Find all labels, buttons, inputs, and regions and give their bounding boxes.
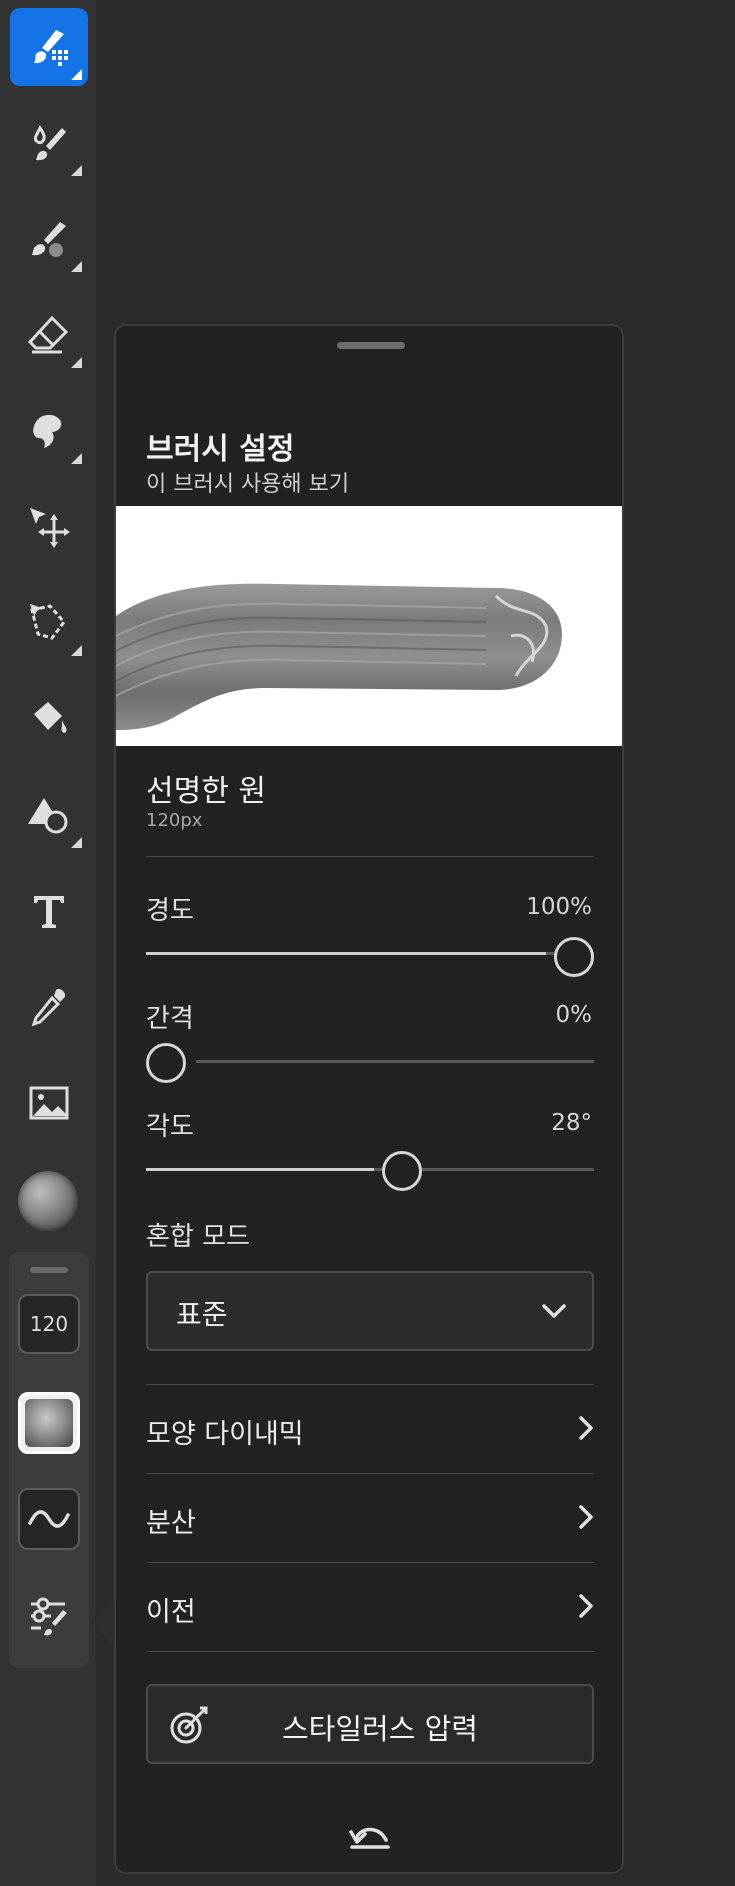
brush-settings-icon [31, 1597, 67, 1636]
scatter-label: 분산 [146, 1508, 196, 1539]
transfer-row[interactable]: 이전 [146, 1562, 594, 1650]
angle-slider-thumb[interactable] [382, 1151, 422, 1191]
blend-mode-select[interactable]: 표준 [146, 1271, 594, 1351]
spacing-label: 간격 [146, 1004, 194, 1034]
brush-preview-canvas[interactable] [116, 506, 622, 746]
undo-icon [349, 1827, 390, 1849]
type-tool-button[interactable] [10, 872, 88, 950]
chevron-right-icon [579, 1416, 593, 1440]
spacing-slider-track[interactable] [196, 1060, 594, 1063]
paint-brush-icon [34, 30, 68, 66]
hardness-slider-fill [146, 952, 546, 955]
move-tool-button[interactable] [10, 488, 88, 566]
hardness-label: 경도 [146, 896, 194, 926]
brush-settings-button[interactable] [23, 1590, 75, 1642]
chevron-right-icon [579, 1594, 593, 1618]
sub-toolbar-grip[interactable] [30, 1267, 68, 1273]
brush-sub-toolbar: 120 [9, 1252, 89, 1668]
paint-bucket-icon [34, 702, 67, 733]
panel-pointer [89, 1600, 113, 1644]
chevron-down-icon [542, 1304, 566, 1318]
divider [146, 856, 594, 857]
selection-brush-icon [30, 604, 66, 640]
angle-value: 28° [551, 1110, 592, 1136]
hardness-slider-thumb[interactable] [554, 937, 594, 977]
reset-button[interactable] [342, 1812, 398, 1856]
fill-tool-button[interactable] [10, 680, 88, 758]
hardness-slider-track[interactable] [146, 952, 594, 955]
smudge-brush-tool-button[interactable] [10, 200, 88, 278]
spacing-value: 0% [555, 1002, 593, 1028]
brush-name: 선명한 원 [146, 774, 266, 809]
angle-slider-fill [146, 1168, 374, 1171]
eraser-tool-button[interactable] [10, 296, 88, 374]
smoothing-button[interactable] [18, 1488, 80, 1550]
image-icon [29, 1086, 69, 1120]
brush-size-button[interactable]: 120 [18, 1294, 80, 1354]
selection-tool-button[interactable] [10, 584, 88, 662]
eyedropper-icon [31, 988, 66, 1027]
eyedropper-tool-button[interactable] [10, 968, 88, 1046]
brush-settings-panel: 브러시 설정 이 브러시 사용해 보기 선명한 원 120px 경도 100% … [114, 324, 624, 1874]
paint-brush-tool-button[interactable] [10, 8, 88, 86]
stylus-pressure-button[interactable]: 스타일러스 압력 [146, 1684, 594, 1764]
stylus-pressure-label: 스타일러스 압력 [282, 1712, 478, 1746]
transfer-label: 이전 [146, 1597, 196, 1628]
eraser-icon [27, 315, 69, 354]
divider [146, 1651, 594, 1652]
move-arrow-icon [30, 508, 70, 548]
wave-icon [28, 1510, 70, 1528]
shape-dynamics-label: 모양 다이내믹 [146, 1419, 304, 1450]
brush-color-swatch[interactable] [18, 1171, 78, 1231]
spacing-slider-thumb[interactable] [146, 1043, 186, 1083]
smudge-brush-icon [32, 222, 66, 257]
left-toolbar: 120 [0, 0, 113, 1886]
panel-drag-handle[interactable] [337, 342, 405, 349]
brush-tip-thumbnail [25, 1399, 73, 1447]
mixer-brush-icon [34, 125, 66, 161]
shape-tool-button[interactable] [10, 776, 88, 854]
blend-mode-label: 혼합 모드 [146, 1222, 250, 1252]
image-tool-button[interactable] [10, 1064, 88, 1142]
chevron-right-icon [579, 1505, 593, 1529]
brush-tip-button[interactable] [18, 1392, 80, 1454]
shape-icon [28, 798, 68, 834]
brush-size-label: 120px [146, 810, 203, 831]
blend-mode-value: 표준 [176, 1298, 228, 1331]
hardness-value: 100% [526, 894, 592, 920]
panel-title: 브러시 설정 [146, 432, 295, 467]
mixer-brush-tool-button[interactable] [10, 104, 88, 182]
type-icon [34, 896, 64, 928]
lasso-tool-button[interactable] [10, 392, 88, 470]
panel-subtitle: 이 브러시 사용해 보기 [146, 472, 350, 497]
lasso-brush-icon [33, 414, 62, 448]
angle-label: 각도 [146, 1112, 194, 1142]
angle-slider-track[interactable] [146, 1168, 594, 1171]
shape-dynamics-row[interactable]: 모양 다이내믹 [146, 1384, 594, 1472]
scatter-row[interactable]: 분산 [146, 1473, 594, 1561]
